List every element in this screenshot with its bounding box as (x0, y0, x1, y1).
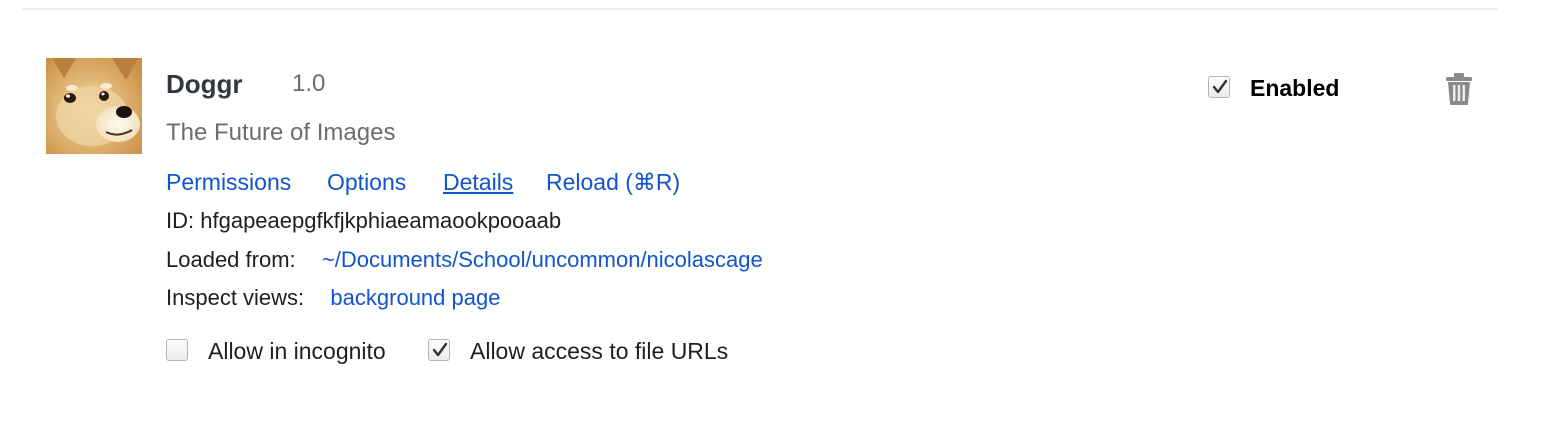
enabled-label: Enabled (1250, 75, 1340, 101)
allow-incognito-checkbox[interactable] (166, 339, 188, 361)
id-row: ID: hfgapeaepgfkfjkphiaeamaookpooaab (166, 206, 561, 236)
details-link[interactable]: Details (443, 166, 513, 198)
extension-version: 1.0 (292, 70, 326, 97)
background-page-link[interactable]: background page (330, 285, 500, 310)
id-value: hfgapeaepgfkfjkphiaeamaookpooaab (200, 208, 562, 233)
extension-icon (46, 58, 142, 154)
inspect-views-row: Inspect views: background page (166, 283, 500, 313)
extension-page: Doggr 1.0 The Future of Images Permissio… (0, 0, 1552, 438)
allow-file-urls-label: Allow access to file URLs (470, 338, 729, 364)
permissions-link[interactable]: Permissions (166, 166, 291, 198)
extension-description: The Future of Images (166, 119, 396, 146)
id-label: ID: (166, 208, 195, 233)
reload-link[interactable]: Reload (⌘R) (546, 166, 680, 198)
loaded-from-row: Loaded from: ~/Documents/School/uncommon… (166, 245, 763, 275)
options-link[interactable]: Options (327, 166, 406, 198)
loaded-from-link[interactable]: ~/Documents/School/uncommon/nicolascage (322, 247, 763, 272)
remove-extension-button[interactable] (1444, 72, 1474, 106)
enabled-checkbox[interactable] (1208, 76, 1230, 98)
inspect-views-label: Inspect views: (166, 285, 305, 310)
doge-icon (46, 58, 142, 154)
checkmark-icon (432, 342, 448, 357)
allow-file-urls-checkbox[interactable] (428, 339, 450, 361)
allow-incognito-label: Allow in incognito (208, 338, 386, 364)
trash-icon (1446, 73, 1472, 105)
extension-name: Doggr (166, 69, 243, 99)
checkmark-icon (1212, 79, 1228, 94)
top-divider (22, 8, 1498, 10)
loaded-from-label: Loaded from: (166, 247, 296, 272)
